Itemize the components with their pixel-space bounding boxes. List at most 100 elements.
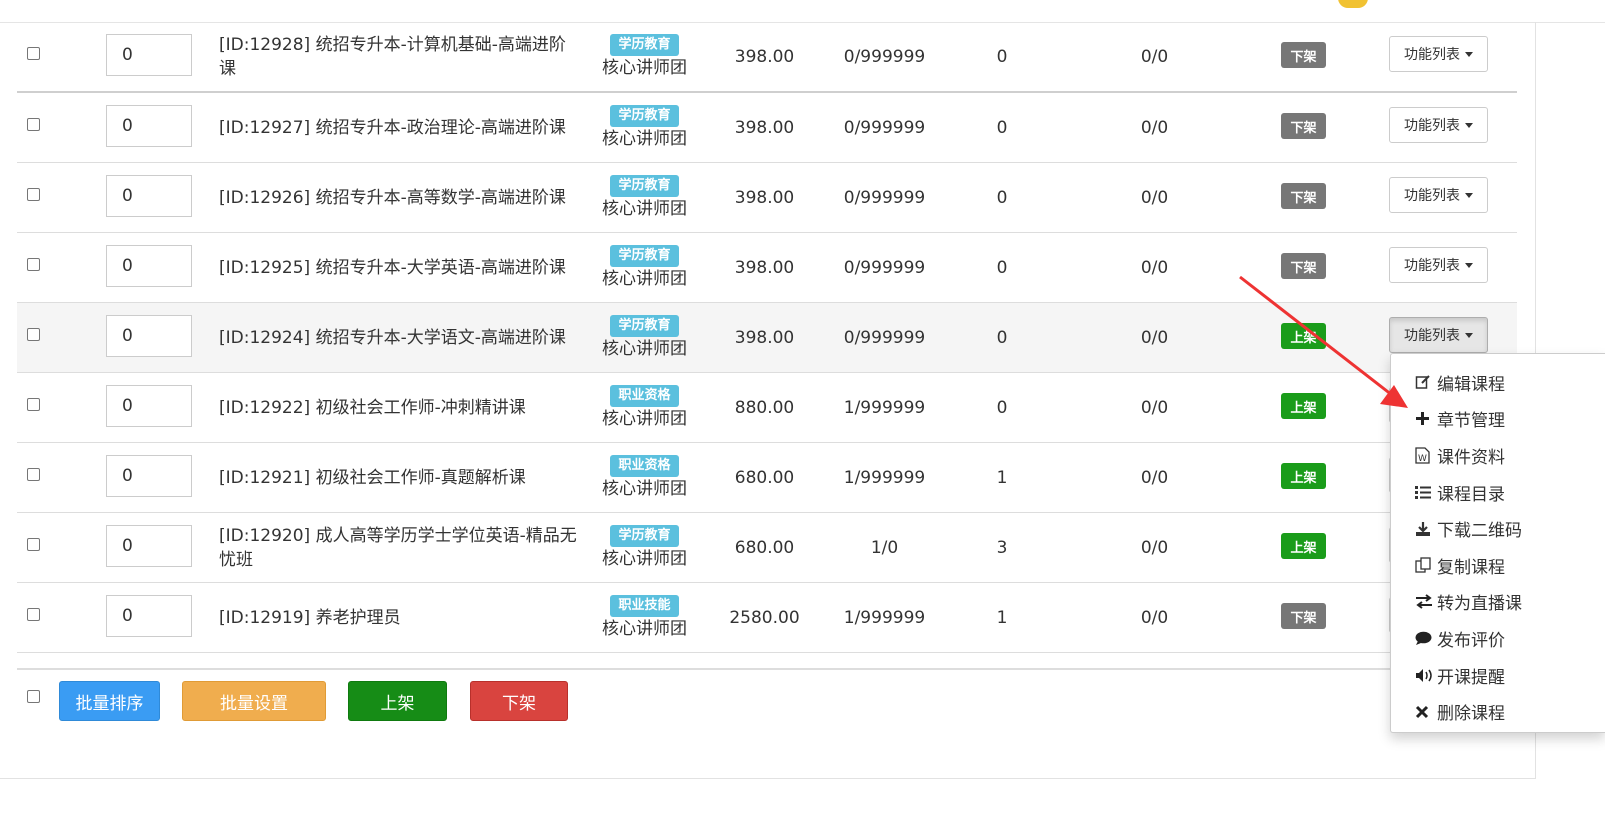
course-price: 2580.00 [729,607,800,628]
menu-item[interactable]: 转为直播课 [1391,584,1605,621]
teacher-name: 核心讲师团 [602,549,687,569]
select-all-checkbox[interactable] [27,690,40,703]
course-price: 680.00 [734,537,795,558]
sort-order-input[interactable]: 0 [106,525,192,567]
course-category-cell: 职业资格 核心讲师团 [592,443,697,512]
category-badge: 学历教育 [610,245,679,267]
menu-item-label: 课程目录 [1437,484,1505,505]
course-category-cell: 学历教育 核心讲师团 [592,93,697,162]
menu-item[interactable]: 发布评价 [1391,620,1605,657]
menu-item-label: 复制课程 [1437,557,1505,578]
course-revenue: 0/0 [1140,117,1169,138]
row-checkbox[interactable] [27,468,40,481]
menu-item[interactable]: 下载二维码 [1391,510,1605,547]
batch-off-shelf-button[interactable]: 下架 [470,681,568,721]
course-title: [ID:12924] 统招专升本-大学语文-高端进阶课 [219,327,566,348]
caret-down-icon [1465,332,1473,338]
teacher-name: 核心讲师团 [602,199,687,219]
sort-order-input[interactable]: 0 [106,34,192,76]
function-list-label: 功能列表 [1404,47,1460,63]
menu-item-label: 发布评价 [1437,630,1505,651]
row-checkbox[interactable] [27,328,40,341]
menu-item[interactable]: 章节管理 [1391,401,1605,438]
status-badge: 下架 [1281,113,1326,139]
function-list-button[interactable]: 功能列表 [1389,247,1488,283]
row-checkbox[interactable] [27,538,40,551]
course-title: [ID:12928] 统招专升本-计算机基础-高端进阶课 [219,34,566,79]
status-badge: 上架 [1281,323,1326,349]
menu-item[interactable]: 课程目录 [1391,474,1605,511]
sort-order-input[interactable]: 0 [106,595,192,637]
sort-order-input[interactable]: 0 [106,175,192,217]
row-checkbox[interactable] [27,258,40,271]
table-row: 0 [ID:12928] 统招专升本-计算机基础-高端进阶课 学历教育 核心讲师… [17,22,1517,93]
course-sales: 1 [996,467,1008,488]
top-header [0,0,1605,23]
teacher-name: 核心讲师团 [602,619,687,639]
course-sales: 0 [996,397,1008,418]
menu-item[interactable]: 编辑课程 [1391,364,1605,401]
menu-item[interactable]: 删除课程 [1391,693,1605,730]
sort-order-input[interactable]: 0 [106,245,192,287]
teacher-name: 核心讲师团 [602,409,687,429]
table-row: 0 [ID:12927] 统招专升本-政治理论-高端进阶课 学历教育 核心讲师团… [17,93,1517,163]
course-stock: 0/999999 [843,117,926,138]
menu-item[interactable]: 复制课程 [1391,547,1605,584]
table-row: 0 [ID:12926] 统招专升本-高等数学-高端进阶课 学历教育 核心讲师团… [17,163,1517,233]
function-list-button[interactable]: 功能列表 [1389,107,1488,143]
category-badge: 职业技能 [610,595,679,617]
menu-item[interactable]: W 课件资料 [1391,437,1605,474]
caret-down-icon [1465,262,1473,268]
course-price: 398.00 [734,117,795,138]
header-logo-icon [1338,0,1368,8]
batch-set-button[interactable]: 批量设置 [182,681,326,721]
sort-order-input[interactable]: 0 [106,105,192,147]
table-row: 0 [ID:12919] 养老护理员 职业技能 核心讲师团 2580.00 1/… [17,583,1517,653]
course-revenue: 0/0 [1140,46,1169,67]
word-file-icon: W [1415,447,1437,464]
function-list-button[interactable]: 功能列表 [1389,177,1488,213]
course-stock: 1/0 [870,537,899,558]
category-badge: 职业资格 [610,455,679,477]
course-title: [ID:12927] 统招专升本-政治理论-高端进阶课 [219,117,566,138]
course-table-panel: 0 [ID:12928] 统招专升本-计算机基础-高端进阶课 学历教育 核心讲师… [0,22,1536,779]
row-checkbox[interactable] [27,118,40,131]
download-icon [1415,521,1437,537]
status-badge: 下架 [1281,42,1326,68]
row-checkbox[interactable] [27,47,40,60]
status-badge: 上架 [1281,393,1326,419]
status-badge: 下架 [1281,253,1326,279]
course-revenue: 0/0 [1140,537,1169,558]
function-list-button[interactable]: 功能列表 [1389,36,1488,72]
svg-text:W: W [1418,454,1427,464]
course-stock: 1/999999 [843,607,926,628]
course-sales: 0 [996,257,1008,278]
caret-down-icon [1465,192,1473,198]
course-category-cell: 学历教育 核心讲师团 [592,513,697,582]
row-checkbox[interactable] [27,608,40,621]
caret-down-icon [1465,122,1473,128]
course-stock: 1/999999 [843,467,926,488]
row-checkbox[interactable] [27,398,40,411]
course-table: 0 [ID:12928] 统招专升本-计算机基础-高端进阶课 学历教育 核心讲师… [17,22,1517,653]
function-list-button[interactable]: 功能列表 [1389,317,1488,353]
course-category-cell: 学历教育 核心讲师团 [592,233,697,302]
batch-on-shelf-button[interactable]: 上架 [348,681,447,721]
course-sales: 0 [996,117,1008,138]
copy-icon [1415,557,1437,573]
status-badge: 下架 [1281,603,1326,629]
course-title: [ID:12926] 统招专升本-高等数学-高端进阶课 [219,187,566,208]
category-badge: 职业资格 [610,385,679,407]
course-category-cell: 学历教育 核心讲师团 [592,303,697,372]
row-checkbox[interactable] [27,188,40,201]
volume-icon [1415,668,1437,683]
sort-order-input[interactable]: 0 [106,455,192,497]
course-revenue: 0/0 [1140,397,1169,418]
batch-sort-button[interactable]: 批量排序 [59,681,160,721]
menu-item-label: 转为直播课 [1437,594,1522,615]
sort-order-input[interactable]: 0 [106,385,192,427]
course-revenue: 0/0 [1140,187,1169,208]
course-category-cell: 学历教育 核心讲师团 [592,22,697,91]
menu-item[interactable]: 开课提醒 [1391,657,1605,694]
sort-order-input[interactable]: 0 [106,315,192,357]
